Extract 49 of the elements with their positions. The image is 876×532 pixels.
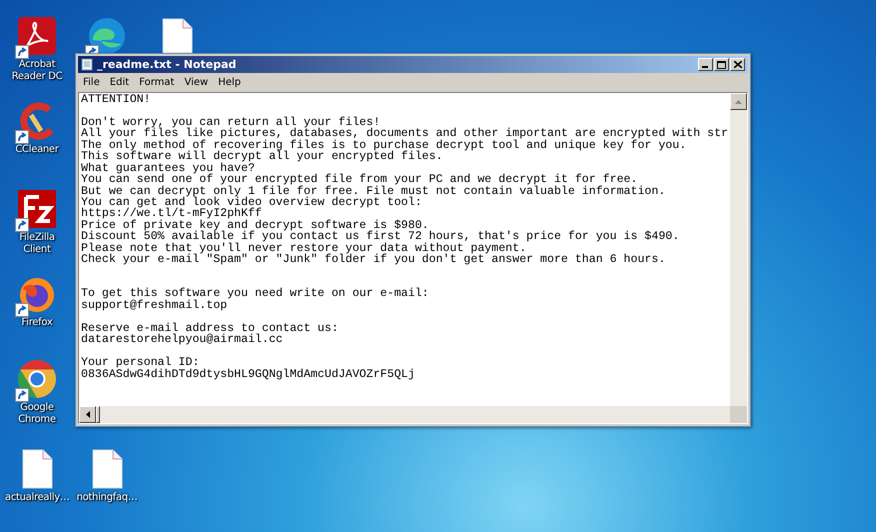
icon-label: actualreally…: [5, 492, 69, 504]
menu-item[interactable]: Edit: [106, 76, 134, 89]
minimize-button[interactable]: [698, 58, 713, 71]
vertical-scrollbar[interactable]: [730, 93, 747, 406]
text-line: https://we.tl/t-mFyI2phKff: [81, 208, 262, 220]
menu-item[interactable]: File: [79, 76, 104, 89]
maximize-button[interactable]: [714, 58, 729, 71]
icon-label: Google Chrome: [17, 402, 57, 426]
icon-label: CCleaner: [15, 144, 59, 156]
filezilla-icon: [17, 189, 57, 229]
text-line: 0836ASdwG4dihDTd9dtysbHL9GQNglMdAmcUdJAVOZrF5QLj: [81, 368, 416, 380]
text-line: Please note that you'll never restore your data without payment.: [81, 242, 528, 254]
text-line: You can get and look video overview decrypt tool:: [81, 196, 423, 208]
text-line: This software will decrypt all your encrypted files.: [81, 151, 443, 163]
text-line: But we can decrypt only 1 file for free. File must not contain valuable information.: [81, 186, 666, 197]
up-arrow-icon: [735, 100, 742, 104]
maximize-icon: [717, 60, 726, 68]
close-icon: [734, 61, 742, 68]
text-line: support@freshmail.top: [81, 300, 228, 312]
text-line: Discount 50% available if you contact us first 72 hours, that's price for you is $490.: [81, 231, 680, 243]
menu-item[interactable]: View: [180, 76, 212, 89]
icon-label: FileZilla Client: [18, 232, 56, 256]
text-line: What guarantees you have?: [81, 162, 256, 174]
text-line: Reserve e-mail address to contact us:: [81, 322, 340, 334]
pdf-app-icon: [17, 16, 57, 56]
notepad-icon: [81, 58, 93, 71]
text-line: The only method of recovering files is to purchase decrypt tool and unique key for you.: [81, 140, 688, 152]
icon-label: Acrobat Reader DC: [10, 59, 64, 83]
left-arrow-icon: [86, 411, 90, 418]
text-line: Your personal ID:: [81, 357, 200, 368]
close-button[interactable]: [730, 58, 745, 71]
window-title: _readme.txt - Notepad: [97, 58, 238, 71]
menu-item[interactable]: Format: [135, 76, 178, 89]
icon-label: Firefox: [22, 317, 52, 329]
text-area[interactable]: [78, 92, 748, 424]
scrollbar-corner: [730, 406, 747, 423]
text-line: Don't worry, you can return all your files!: [81, 116, 380, 128]
menu-item[interactable]: Help: [214, 76, 245, 89]
text-line: To get this software you need write on our e-mail:: [81, 288, 430, 300]
text-line: You can send one of your encrypted file from your PC and we decrypt it for free.: [81, 174, 638, 186]
icon-label: nothingfaq…: [76, 492, 138, 504]
text-line: datarestorehelpyou@airmail.cc: [81, 334, 284, 346]
horizontal-scrollbar[interactable]: [79, 406, 730, 423]
text-line: ATTENTION!: [81, 94, 152, 106]
chrome-icon: [17, 359, 57, 399]
text-line: Check your e-mail "Spam" or "Junk" folder if you don't get answer more than 6 hours.: [81, 254, 666, 266]
text-line: All your files like pictures, databases, documents and other important are encrypted with str: [81, 128, 728, 140]
text-line: Price of private key and decrypt software is $980.: [81, 220, 430, 232]
edge-icon: [87, 16, 127, 56]
